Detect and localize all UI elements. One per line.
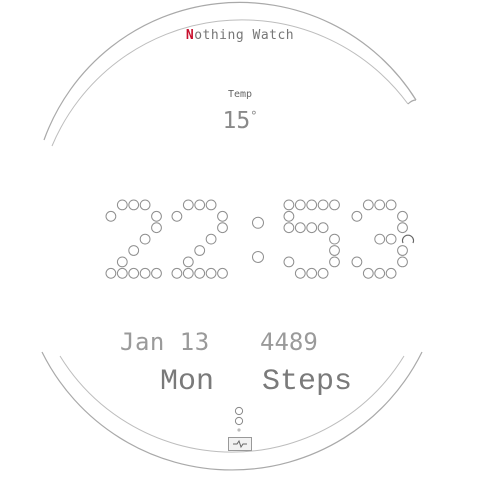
time-digit-dot (397, 256, 408, 268)
time-digit-dot (306, 199, 318, 211)
temp-unit: ° (250, 109, 258, 123)
temp-value-block: 15° (190, 108, 290, 134)
complication-icon (233, 439, 247, 449)
time-digit-dot (374, 233, 386, 245)
time-digit-dot (217, 222, 228, 234)
time-digit-dot (194, 267, 206, 279)
time-digit-dot (105, 267, 117, 279)
time-digit-dot (105, 210, 117, 222)
brand-name: othing Watch (194, 28, 295, 43)
brand-label: Nothing Watch (150, 28, 330, 43)
time-digit-dot (306, 222, 318, 234)
time-digit-dot (385, 267, 397, 279)
time-digit-dot (194, 199, 206, 211)
time-digit-dot (329, 199, 340, 211)
time-digit-dot (362, 267, 374, 279)
time-digit-dot (294, 222, 306, 234)
brand-initial: N (185, 28, 195, 43)
time-digit-dot (385, 233, 397, 245)
time-digit-dot (317, 199, 329, 211)
temp-value: 15 (222, 108, 251, 134)
time-digit-dot (385, 199, 397, 211)
time-digit-dot (329, 245, 340, 256)
time-colon-dot (252, 216, 264, 229)
time-digit-dot (397, 210, 408, 222)
time-digit-dot (362, 199, 374, 211)
time-digit-dot (397, 245, 408, 256)
time-digit-dot (374, 267, 386, 279)
time-digit-dot (294, 199, 306, 211)
time-digit-dot (151, 210, 162, 222)
time-digit-dot (283, 210, 295, 222)
time-colon-dot (252, 251, 264, 263)
time-digit-dot (139, 267, 151, 279)
weekday-label: Mon (160, 365, 215, 399)
time-digit-dot (139, 199, 151, 211)
time-digit-dot (116, 199, 128, 211)
time-digit-dot (182, 267, 194, 279)
time-digit-dot (294, 267, 306, 279)
time-digit-dot (139, 233, 151, 245)
time-digit-dot (283, 222, 295, 234)
moon-icon (401, 234, 415, 244)
steps-count: 4489 (260, 328, 318, 356)
watch-face: Nothing Watch Temp 15° Jan 13 4489 Mon S… (0, 0, 480, 480)
time-display (105, 199, 408, 279)
time-digit-dot (205, 233, 217, 245)
time-digit-dot (205, 199, 217, 211)
time-digit-dot (329, 233, 340, 245)
time-digit-dot (317, 222, 329, 234)
time-digit-dot (329, 256, 340, 268)
time-digit-dot (374, 199, 386, 211)
time-digit-dot (151, 222, 162, 234)
time-digit-dot (128, 199, 140, 211)
time-digit-dot (351, 210, 363, 222)
time-digit (105, 199, 162, 279)
time-digit-dot (128, 245, 140, 256)
complication-button[interactable] (228, 437, 252, 451)
time-digit-dot (194, 245, 206, 256)
time-digit-dot (351, 256, 363, 268)
time-digit-dot (306, 267, 318, 279)
time-digit-dot (116, 267, 128, 279)
time-digit-dot (116, 256, 128, 268)
time-digit-dot (217, 210, 228, 222)
steps-label: Steps (262, 365, 353, 399)
time-digit-dot (205, 267, 217, 279)
time-digit-dot (283, 256, 295, 268)
time-digit-dot (217, 267, 228, 279)
time-digit (171, 199, 228, 279)
time-digit-dot (171, 210, 183, 222)
time-digit-dot (182, 256, 194, 268)
time-digit-dot (182, 199, 194, 211)
temp-label: Temp (227, 89, 253, 100)
date-label: Jan 13 (120, 328, 210, 356)
page-indicator (234, 406, 244, 432)
time-digit (283, 199, 340, 279)
time-digit-dot (317, 267, 329, 279)
time-digit-dot (128, 267, 140, 279)
time-digit-dot (283, 199, 295, 211)
time-digit-dot (171, 267, 183, 279)
time-digit-dot (151, 267, 162, 279)
